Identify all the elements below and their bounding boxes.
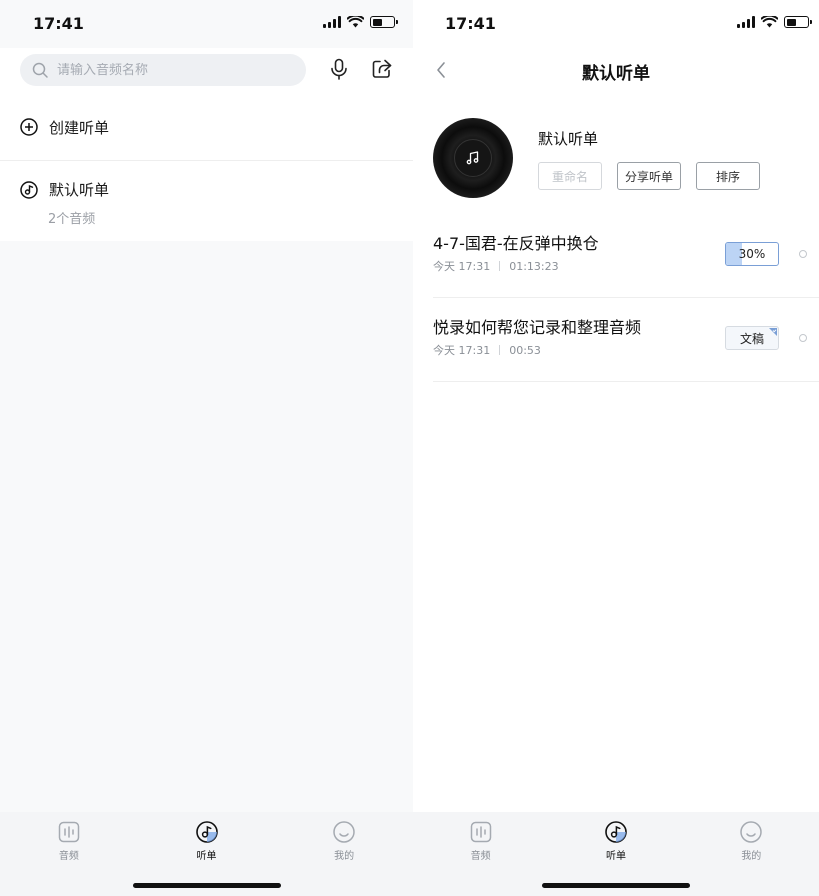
check-corner-icon [769, 328, 777, 336]
playlist-detail-screen: 17:41 默认听单 默认听单 重命名 分享听单 排序 4-7-国君-在反弹中换… [413, 0, 819, 896]
home-indicator [542, 883, 690, 888]
rename-button[interactable]: 重命名 [538, 162, 602, 190]
playlist-count: 2个音频 [48, 212, 96, 227]
status-bar: 17:41 [0, 0, 413, 48]
create-playlist-label: 创建听单 [49, 118, 110, 137]
audio-date: 今天 17:31 [433, 260, 491, 273]
tab-mine[interactable]: 我的 [275, 820, 413, 862]
wifi-icon [347, 16, 364, 28]
transcription-progress[interactable]: 30% [725, 242, 779, 266]
tab-audio-label: 音频 [58, 851, 79, 862]
audio-title: 4-7-国君-在反弹中换仓 [433, 234, 599, 253]
search-input[interactable] [57, 62, 277, 78]
transcript-label: 文稿 [739, 331, 764, 346]
sort-button[interactable]: 排序 [696, 162, 760, 190]
audio-list-item[interactable]: 悦录如何帮您记录和整理音频 今天 17:31 00:53 文稿 [433, 298, 819, 382]
create-playlist-button[interactable]: 创建听单 [0, 94, 413, 161]
select-radio[interactable] [799, 250, 807, 258]
tab-playlist-label: 听单 [196, 851, 217, 862]
tab-bar: 音频 听单 我的 [0, 812, 413, 896]
meta-divider [499, 261, 501, 271]
search-box[interactable] [20, 54, 306, 86]
battery-icon [370, 16, 398, 28]
audio-meta: 今天 17:31 01:13:23 [433, 258, 559, 274]
audio-meta: 今天 17:31 00:53 [433, 342, 541, 358]
tab-mine[interactable]: 我的 [684, 820, 819, 862]
smiley-icon [333, 821, 355, 843]
tab-playlist[interactable]: 听单 [548, 820, 683, 862]
select-radio[interactable] [799, 334, 807, 342]
playlist-disc-icon [195, 821, 218, 843]
tab-mine-label: 我的 [334, 851, 355, 862]
home-indicator [132, 883, 281, 888]
playlist-title: 默认听单 [538, 130, 599, 148]
search-icon [32, 62, 48, 78]
transcript-button[interactable]: 文稿 [725, 326, 779, 350]
playlist-list-screen: 17:41 创建听单 默认听单 [0, 0, 413, 896]
page-title: 默认听单 [582, 64, 650, 84]
wifi-icon [761, 16, 778, 28]
audio-duration: 00:53 [509, 343, 541, 357]
audio-duration: 01:13:23 [509, 259, 559, 273]
audio-icon [470, 821, 491, 843]
audio-title: 悦录如何帮您记录和整理音频 [433, 318, 642, 337]
battery-icon [784, 16, 812, 28]
tab-audio-label: 音频 [470, 851, 491, 862]
playlist-disc-icon [605, 821, 627, 843]
status-bar: 17:41 [413, 0, 819, 48]
playlist-name: 默认听单 [49, 181, 110, 199]
cellular-signal-icon [737, 16, 755, 28]
audio-list-item[interactable]: 4-7-国君-在反弹中换仓 今天 17:31 01:13:23 30% [433, 214, 819, 298]
tab-audio[interactable]: 音频 [0, 820, 138, 862]
tab-bar: 音频 听单 我的 [413, 812, 819, 896]
playlist-disc-icon [20, 180, 38, 199]
music-note-icon [466, 151, 479, 165]
status-icons [323, 16, 398, 28]
nav-bar: 默认听单 [413, 48, 819, 92]
share-export-icon [372, 59, 392, 78]
plus-circle-icon [20, 118, 38, 136]
playlist-cover [433, 118, 513, 198]
search-header [0, 48, 413, 94]
tab-playlist[interactable]: 听单 [138, 820, 276, 862]
audio-date: 今天 17:31 [433, 344, 491, 357]
playlist-item-default[interactable]: 默认听单 2个音频 [0, 161, 413, 241]
import-button[interactable] [369, 56, 395, 82]
tab-mine-label: 我的 [741, 851, 762, 862]
tab-playlist-label: 听单 [605, 851, 626, 862]
share-playlist-button[interactable]: 分享听单 [617, 162, 681, 190]
playlist-list: 创建听单 默认听单 2个音频 [0, 94, 413, 241]
cellular-signal-icon [323, 16, 341, 28]
meta-divider [499, 345, 501, 355]
voice-search-button[interactable] [326, 56, 352, 82]
status-icons [737, 16, 812, 28]
audio-icon [58, 821, 80, 843]
status-time: 17:41 [445, 14, 496, 33]
progress-label: 30% [738, 247, 766, 261]
tab-audio[interactable]: 音频 [413, 820, 548, 862]
status-time: 17:41 [33, 14, 84, 33]
microphone-icon [331, 58, 347, 80]
smiley-icon [740, 821, 763, 843]
